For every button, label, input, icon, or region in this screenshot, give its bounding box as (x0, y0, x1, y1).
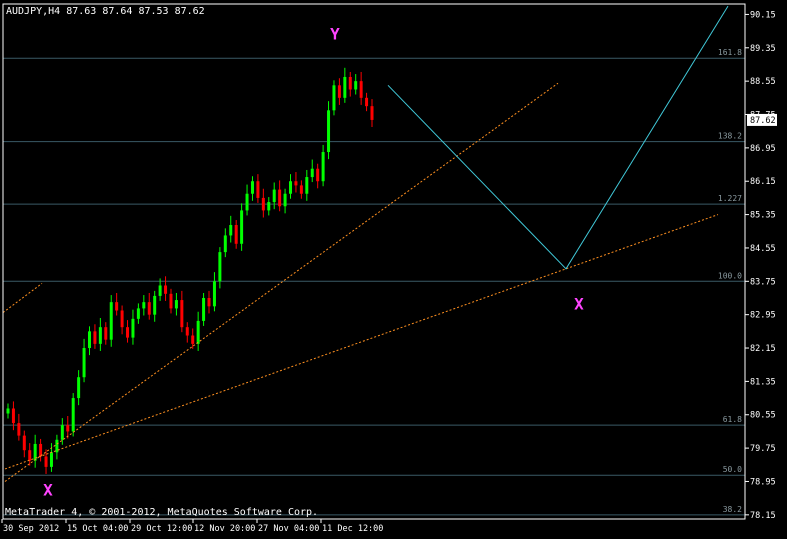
y-tick-label: 88.55 (750, 77, 776, 87)
level-label: 161.8 (718, 48, 742, 57)
x-tick-label: 15 Oct 04:00 (67, 524, 128, 534)
y-tick-label: 79.75 (750, 444, 776, 454)
y-tick-label: 78.95 (750, 477, 776, 487)
level-label: 138.2 (718, 132, 742, 141)
x-tick-label: 11 Dec 12:00 (322, 524, 383, 534)
y-tick-label: 82.95 (750, 311, 776, 321)
candle (240, 203, 244, 251)
x-tick-label: 12 Nov 20:00 (194, 524, 255, 534)
level-label: 50.0 (723, 465, 742, 474)
y-tick-label: 85.35 (750, 211, 776, 221)
wave-marker: X (43, 480, 53, 499)
x-tick-label: 29 Oct 12:00 (131, 524, 192, 534)
level-label: 61.8 (723, 415, 742, 424)
y-tick-label: 83.75 (750, 277, 776, 287)
y-tick-label: 82.15 (750, 344, 776, 354)
y-tick-label: 89.35 (750, 44, 776, 54)
y-tick-label: 86.95 (750, 144, 776, 154)
chart-title: AUDJPY,H4 87.63 87.64 87.53 87.62 (6, 6, 205, 17)
wave-marker: X (574, 295, 584, 314)
level-label: 100.0 (718, 271, 742, 280)
y-tick-label: 81.35 (750, 377, 776, 387)
candle (109, 295, 113, 347)
candle (71, 393, 75, 437)
chart-background (0, 0, 787, 539)
wave-marker: Y (330, 25, 340, 44)
x-tick-label: 27 Nov 04:00 (258, 524, 319, 534)
level-label: 38.2 (723, 505, 742, 514)
y-tick-label: 80.55 (750, 411, 776, 421)
x-tick-label: 30 Sep 2012 (3, 524, 59, 534)
y-tick-label: 86.15 (750, 177, 776, 187)
y-tick-label: 84.55 (750, 244, 776, 254)
current-price-label: 87.62 (750, 116, 776, 126)
y-tick-label: 90.15 (750, 10, 776, 20)
level-label: 1.227 (718, 194, 742, 203)
price-chart[interactable]: 161.8 138.2 1.227 100.0 61.8 50.0 38.2 X Y X 90.… (0, 0, 787, 539)
candle (332, 80, 336, 116)
copyright-text: MetaTrader 4, © 2001-2012, MetaQuotes So… (5, 507, 318, 518)
y-tick-label: 78.15 (750, 511, 776, 521)
